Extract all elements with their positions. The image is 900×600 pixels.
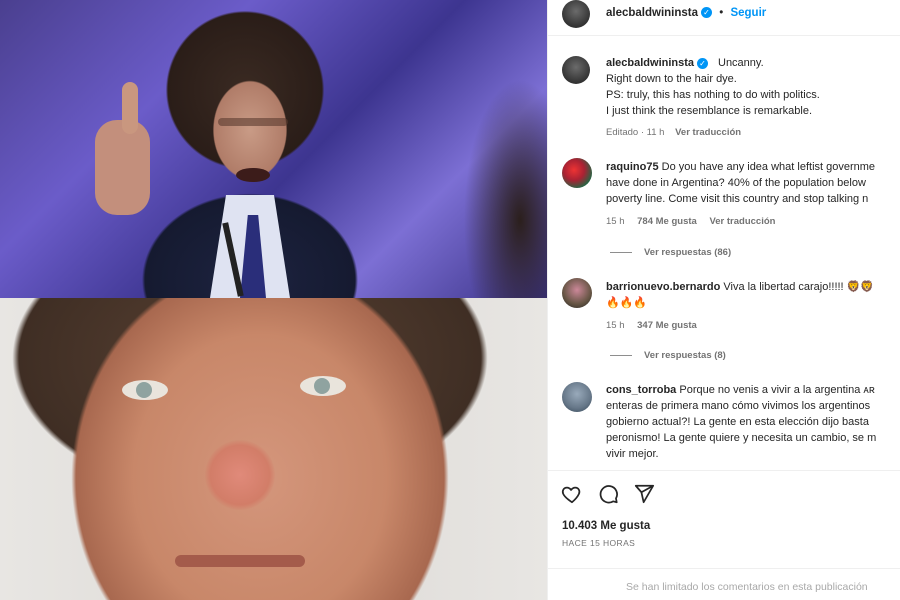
share-icon[interactable] <box>633 483 655 505</box>
follow-button[interactable]: Seguir <box>730 7 766 19</box>
comment-text: Porque no venis a vivir a la argentina ᴀ… <box>679 384 875 396</box>
mugshot-nose <box>205 440 275 510</box>
footer-divider <box>548 568 900 569</box>
post-header: alecbaldwininsta ✓ • Seguir <box>606 6 766 21</box>
header-separator: • <box>719 7 724 19</box>
caption-line: Right down to the hair dye. <box>606 73 737 85</box>
mugshot-mouth <box>175 555 305 567</box>
view-replies-label: Ver respuestas (8) <box>644 350 726 361</box>
comment-icon[interactable] <box>597 483 619 505</box>
pointing-finger <box>122 82 138 134</box>
comment-line: cons_torroba Porque no venis a vivir a l… <box>606 383 875 398</box>
post-media[interactable] <box>0 0 547 600</box>
caption-translate-link[interactable]: Ver traducción <box>675 127 741 138</box>
comment-likes[interactable]: 784 Me gusta <box>637 216 697 227</box>
comment-avatar[interactable] <box>562 382 592 412</box>
comment-line: peronismo! La gente quiere y necesita un… <box>606 432 877 444</box>
comment-username[interactable]: barrionuevo.bernardo <box>606 281 720 293</box>
comment-username[interactable]: cons_torroba <box>606 384 676 396</box>
comment-likes[interactable]: 347 Me gusta <box>637 320 697 331</box>
comment-avatar[interactable] <box>562 278 592 308</box>
actions-divider <box>548 470 900 471</box>
comment-time: 15 h <box>606 216 625 227</box>
author-username[interactable]: alecbaldwininsta <box>606 7 698 19</box>
speaker-mouth <box>236 168 270 182</box>
post-timestamp: HACE 15 HORAS <box>562 538 636 548</box>
mugshot-left-eye <box>122 380 168 400</box>
caption-time: Editado · 11 h <box>606 127 665 138</box>
comment-line: enteras de primera mano cómo vivimos los… <box>606 400 871 412</box>
mugshot-right-eye <box>300 376 346 396</box>
caption-username[interactable]: alecbaldwininsta <box>606 57 694 69</box>
speaker-eyes <box>218 118 288 126</box>
comment-time: 15 h <box>606 320 625 331</box>
comment-line: barrionuevo.bernardo Viva la libertad ca… <box>606 280 874 295</box>
comment-meta: 15 h 347 Me gusta <box>606 318 697 333</box>
comment-line: vivir mejor. <box>606 448 659 460</box>
header-divider <box>548 35 900 36</box>
replies-line <box>610 251 632 253</box>
caption-line: PS: truly, this has nothing to do with p… <box>606 89 820 101</box>
comment-username[interactable]: raquino75 <box>606 161 659 173</box>
author-avatar[interactable] <box>562 0 590 28</box>
caption-line: I just think the resemblance is remarkab… <box>606 105 813 117</box>
comment-translate-link[interactable]: Ver traducción <box>709 216 775 227</box>
comment-line: raquino75 Do you have any idea what left… <box>606 160 875 175</box>
heart-icon[interactable] <box>561 483 583 505</box>
comments-limited-notice: Se han limitado los comentarios en esta … <box>626 581 868 593</box>
view-replies-button[interactable]: Ver respuestas (8) <box>610 348 726 363</box>
comment-text: Do you have any idea what leftist govern… <box>661 161 876 173</box>
replies-line <box>610 354 632 356</box>
verified-badge-icon: ✓ <box>697 57 709 69</box>
post-likes-count[interactable]: 10.403 Me gusta <box>562 519 650 534</box>
comment-text: Viva la libertad carajo!!!!! 🦁🦁 <box>723 281 875 293</box>
comment-line: have done in Argentina? 40% of the popul… <box>606 177 866 189</box>
raised-hand <box>95 120 150 215</box>
comment-line: 🔥🔥🔥 <box>606 297 648 309</box>
post-side-panel: alecbaldwininsta ✓ • Seguir alecbaldwinin… <box>547 0 900 600</box>
caption-meta: Editado · 11 h Ver traducción <box>606 125 741 140</box>
caption-line: Uncanny. <box>718 57 764 69</box>
verified-badge-icon: ✓ <box>701 7 713 19</box>
caption-author: alecbaldwininsta ✓ <box>606 56 709 71</box>
comment-line: gobierno actual?! La gente en esta elecc… <box>606 416 869 428</box>
view-replies-label: Ver respuestas (86) <box>644 247 732 258</box>
caption-author-avatar[interactable] <box>562 56 590 84</box>
comment-avatar[interactable] <box>562 158 592 188</box>
comment-line: poverty line. Come visit this country an… <box>606 193 869 205</box>
comment-meta: 15 h 784 Me gusta Ver traducción <box>606 214 775 229</box>
view-replies-button[interactable]: Ver respuestas (86) <box>610 245 731 260</box>
